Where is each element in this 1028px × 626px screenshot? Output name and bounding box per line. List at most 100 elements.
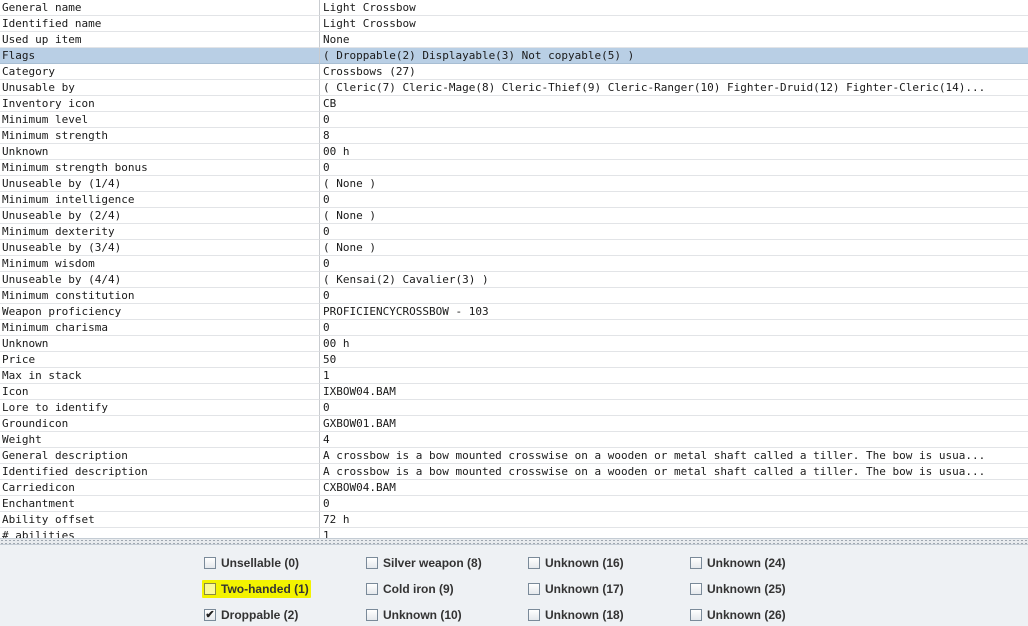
table-row[interactable]: Unuseable by (3/4)( None ) — [0, 240, 1028, 256]
table-row[interactable]: General description A crossbow is a bow m… — [0, 448, 1028, 464]
table-row[interactable]: Category Crossbows (27) — [0, 64, 1028, 80]
table-row[interactable]: Unuseable by (4/4)( Kensai(2) Cavalier(3… — [0, 272, 1028, 288]
table-row[interactable]: Unusable by( Cleric(7) Cleric-Mage(8) Cl… — [0, 80, 1028, 96]
table-row[interactable]: Minimum dexterity 0 — [0, 224, 1028, 240]
attribute-value-cell[interactable]: PROFICIENCYCROSSBOW - 103 — [320, 304, 1028, 320]
attribute-value-cell[interactable]: ( None ) — [320, 176, 1028, 192]
checkbox-checked-icon[interactable]: ✔ — [204, 609, 216, 621]
attribute-value-cell[interactable]: 0 — [320, 320, 1028, 336]
table-row[interactable]: Unuseable by (1/4)( None ) — [0, 176, 1028, 192]
table-row[interactable]: Minimum intelligence 0 — [0, 192, 1028, 208]
attribute-value-cell[interactable]: 0 — [320, 160, 1028, 176]
table-row[interactable]: Unknown 00 h — [0, 144, 1028, 160]
checkbox-unchecked-icon[interactable] — [204, 557, 216, 569]
checkbox-unchecked-icon[interactable] — [690, 557, 702, 569]
attribute-value-cell[interactable]: 0 — [320, 112, 1028, 128]
flag-checkbox[interactable]: Silver weapon (8) — [366, 554, 482, 572]
attribute-name-cell: Minimum strength bonus — [0, 160, 320, 176]
table-row[interactable]: Weight 4 — [0, 432, 1028, 448]
attribute-value-cell[interactable]: 0 — [320, 256, 1028, 272]
table-row[interactable]: Groundicon GXBOW01.BAM — [0, 416, 1028, 432]
attribute-value-cell[interactable]: CB — [320, 96, 1028, 112]
table-row[interactable]: Used up item None — [0, 32, 1028, 48]
attribute-name-cell: Identified description — [0, 464, 320, 480]
attribute-value-cell[interactable]: ( None ) — [320, 240, 1028, 256]
attribute-value-cell[interactable]: 8 — [320, 128, 1028, 144]
table-row[interactable]: Identified description A crossbow is a bo… — [0, 464, 1028, 480]
attribute-value-cell[interactable]: ( Kensai(2) Cavalier(3) ) — [320, 272, 1028, 288]
flag-checkbox[interactable]: Cold iron (9) — [366, 580, 454, 598]
table-row[interactable]: Minimum level 0 — [0, 112, 1028, 128]
table-row[interactable]: Identified name Light Crossbow — [0, 16, 1028, 32]
attribute-value-cell[interactable]: 4 — [320, 432, 1028, 448]
flag-checkbox[interactable]: Unknown (24) — [690, 554, 786, 572]
table-row[interactable]: Price 50 — [0, 352, 1028, 368]
flag-checkbox[interactable]: Unknown (16) — [528, 554, 624, 572]
table-row[interactable]: Minimum wisdom 0 — [0, 256, 1028, 272]
attribute-value-cell[interactable]: 50 — [320, 352, 1028, 368]
table-row[interactable]: Minimum constitution 0 — [0, 288, 1028, 304]
checkbox-unchecked-icon[interactable] — [366, 583, 378, 595]
attribute-value-cell[interactable]: 00 h — [320, 336, 1028, 352]
attribute-value-cell[interactable]: 0 — [320, 400, 1028, 416]
flag-checkbox[interactable]: Unknown (17) — [528, 580, 624, 598]
attribute-value-cell[interactable]: Light Crossbow — [320, 0, 1028, 16]
checkbox-unchecked-icon[interactable] — [528, 609, 540, 621]
checkbox-unchecked-icon[interactable] — [366, 557, 378, 569]
attribute-value-cell[interactable]: CXBOW04.BAM — [320, 480, 1028, 496]
attribute-value-cell[interactable]: 0 — [320, 288, 1028, 304]
table-row[interactable]: General name Light Crossbow — [0, 0, 1028, 16]
table-row[interactable]: Unuseable by (2/4)( None ) — [0, 208, 1028, 224]
table-row[interactable]: Unknown 00 h — [0, 336, 1028, 352]
attribute-value-cell[interactable]: 00 h — [320, 144, 1028, 160]
attribute-value-cell[interactable]: ( Droppable(2) Displayable(3) Not copyab… — [320, 48, 1028, 64]
table-row[interactable]: Inventory icon CB — [0, 96, 1028, 112]
attribute-value-cell[interactable]: GXBOW01.BAM — [320, 416, 1028, 432]
table-row[interactable]: Minimum strength 8 — [0, 128, 1028, 144]
attribute-value-cell[interactable]: Light Crossbow — [320, 16, 1028, 32]
attribute-value-cell[interactable]: ( Cleric(7) Cleric-Mage(8) Cleric-Thief(… — [320, 80, 1028, 96]
flag-checkbox-label: Unknown (10) — [383, 608, 462, 622]
checkbox-unchecked-icon[interactable] — [690, 609, 702, 621]
table-row[interactable]: Icon IXBOW04.BAM — [0, 384, 1028, 400]
flag-checkbox[interactable]: Two-handed (1) — [202, 580, 311, 598]
attribute-value-cell[interactable]: A crossbow is a bow mounted crosswise on… — [320, 448, 1028, 464]
flag-checkbox[interactable]: Unknown (18) — [528, 606, 624, 624]
attribute-name-cell: Price — [0, 352, 320, 368]
attribute-value-cell[interactable]: 1 — [320, 368, 1028, 384]
attribute-name-cell: Identified name — [0, 16, 320, 32]
attribute-name-cell: Unknown — [0, 336, 320, 352]
attribute-value-cell[interactable]: IXBOW04.BAM — [320, 384, 1028, 400]
checkbox-unchecked-icon[interactable] — [204, 583, 216, 595]
flag-checkbox[interactable]: Unknown (25) — [690, 580, 786, 598]
flag-checkbox[interactable]: Unknown (10) — [366, 606, 462, 624]
attribute-value-cell[interactable]: 72 h — [320, 512, 1028, 528]
attribute-value-cell[interactable]: 0 — [320, 224, 1028, 240]
table-row[interactable]: Flags( Droppable(2) Displayable(3) Not c… — [0, 48, 1028, 64]
attribute-value-cell[interactable]: 0 — [320, 192, 1028, 208]
table-row[interactable]: Minimum charisma 0 — [0, 320, 1028, 336]
checkbox-unchecked-icon[interactable] — [366, 609, 378, 621]
flag-checkbox[interactable]: ✔ Droppable (2) — [204, 606, 298, 624]
checkbox-unchecked-icon[interactable] — [528, 583, 540, 595]
split-pane-divider[interactable] — [0, 538, 1028, 545]
checkbox-unchecked-icon[interactable] — [528, 557, 540, 569]
attribute-value-cell[interactable]: None — [320, 32, 1028, 48]
flag-checkbox-label: Droppable (2) — [221, 608, 299, 622]
table-row[interactable]: Max in stack 1 — [0, 368, 1028, 384]
flag-checkbox[interactable]: Unknown (26) — [690, 606, 786, 624]
checkbox-unchecked-icon[interactable] — [690, 583, 702, 595]
attribute-value-cell[interactable]: Crossbows (27) — [320, 64, 1028, 80]
table-row[interactable]: Enchantment 0 — [0, 496, 1028, 512]
table-row[interactable]: Carriedicon CXBOW04.BAM — [0, 480, 1028, 496]
attribute-value-cell[interactable]: ( None ) — [320, 208, 1028, 224]
flag-checkbox[interactable]: Unsellable (0) — [204, 554, 299, 572]
table-row[interactable]: Ability offset 72 h — [0, 512, 1028, 528]
attribute-name-cell: Minimum charisma — [0, 320, 320, 336]
attribute-name-cell: Used up item — [0, 32, 320, 48]
attribute-value-cell[interactable]: 0 — [320, 496, 1028, 512]
table-row[interactable]: Minimum strength bonus 0 — [0, 160, 1028, 176]
table-row[interactable]: Lore to identify 0 — [0, 400, 1028, 416]
attribute-value-cell[interactable]: A crossbow is a bow mounted crosswise on… — [320, 464, 1028, 480]
table-row[interactable]: Weapon proficiency PROFICIENCYCROSSBOW - … — [0, 304, 1028, 320]
